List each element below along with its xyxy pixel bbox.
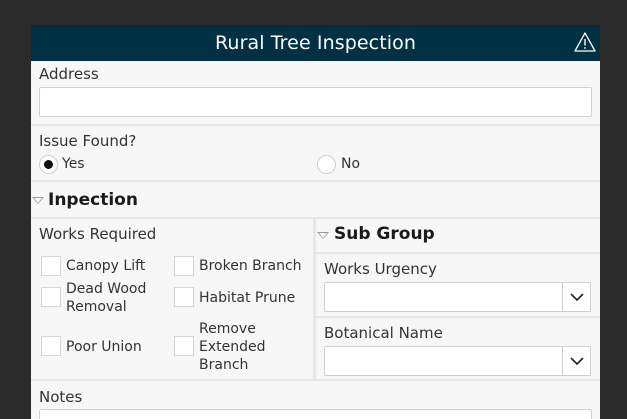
works-urgency-dropdown[interactable] [324, 282, 591, 312]
collapse-caret-icon[interactable] [317, 232, 329, 239]
issue-no-radio[interactable] [317, 155, 336, 174]
form-header: Rural Tree Inspection [31, 25, 600, 61]
inspection-group-header[interactable]: Inpection [31, 182, 600, 217]
issue-yes-radio[interactable] [39, 155, 58, 174]
works-urgency-section: Works Urgency [316, 254, 600, 316]
address-section: Address [31, 61, 600, 124]
sub-group-title: Sub Group [334, 224, 435, 244]
poor-union-label[interactable]: Poor Union [66, 338, 142, 356]
works-required-section: Works Required Canopy Lift Broken Branch… [31, 219, 313, 379]
dead-wood-removal-label[interactable]: Dead Wood Removal [66, 280, 166, 316]
canopy-lift-checkbox[interactable] [41, 256, 61, 276]
habitat-prune-label[interactable]: Habitat Prune [199, 289, 295, 307]
collapse-caret-icon[interactable] [32, 197, 44, 204]
botanical-name-section: Botanical Name [316, 318, 600, 379]
sub-group-header[interactable]: Sub Group [316, 219, 600, 252]
inspection-group-title: Inpection [48, 190, 138, 210]
issue-found-label: Issue Found? [39, 132, 137, 150]
notes-section: Notes [31, 381, 600, 419]
broken-branch-label[interactable]: Broken Branch [199, 257, 302, 275]
works-required-label: Works Required [39, 225, 157, 243]
chevron-down-icon [570, 293, 584, 302]
inspection-form: Rural Tree Inspection Address Issue Foun… [31, 25, 600, 419]
remove-extended-branch-label[interactable]: Remove Extended Branch [199, 320, 279, 374]
notes-label: Notes [39, 388, 83, 406]
dead-wood-removal-checkbox[interactable] [41, 287, 61, 307]
broken-branch-checkbox[interactable] [174, 256, 194, 276]
issue-found-section: Issue Found? Yes No [31, 126, 600, 180]
poor-union-checkbox[interactable] [41, 336, 61, 356]
botanical-name-label: Botanical Name [324, 324, 443, 342]
chevron-down-icon [570, 357, 584, 366]
remove-extended-branch-checkbox[interactable] [174, 336, 194, 356]
botanical-name-dropdown[interactable] [324, 346, 591, 376]
dropdown-button[interactable] [562, 282, 591, 312]
form-title: Rural Tree Inspection [214, 32, 417, 54]
canopy-lift-label[interactable]: Canopy Lift [66, 257, 145, 275]
habitat-prune-checkbox[interactable] [174, 287, 194, 307]
works-urgency-label: Works Urgency [324, 260, 437, 278]
issue-no-label[interactable]: No [341, 156, 360, 172]
address-input[interactable] [39, 87, 592, 117]
dropdown-button[interactable] [562, 346, 591, 376]
address-label: Address [39, 65, 99, 83]
warning-triangle-icon[interactable] [574, 32, 596, 52]
issue-yes-label[interactable]: Yes [62, 156, 85, 172]
notes-input[interactable] [39, 409, 592, 419]
